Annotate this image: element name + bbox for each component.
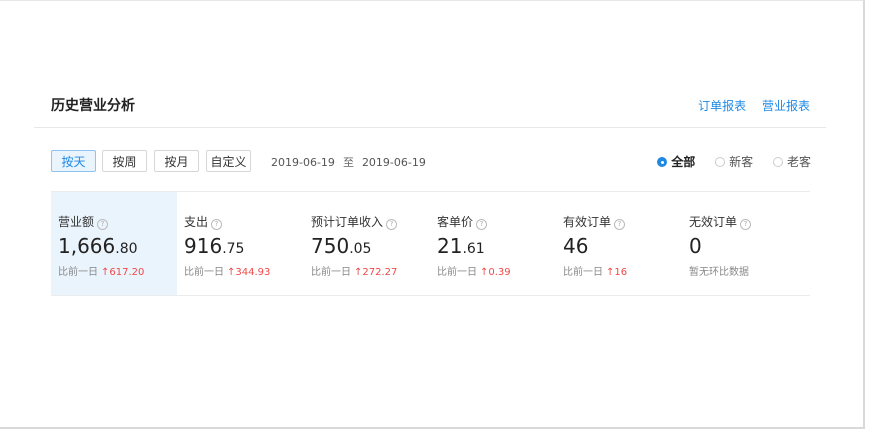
help-circle-icon[interactable]: ? [97,219,109,230]
stats-row: 营业额? 1,666.80 比前一日 ↑617.20 支出? 916.75 比前一… [51,191,810,296]
date-separator: 至 [342,156,354,169]
stat-compare: 暂无环比数据 [689,267,749,278]
period-day-button[interactable]: 按天 [51,150,96,172]
stat-compare: 比前一日 ↑617.20 [58,267,145,278]
stat-compare: 比前一日 ↑344.93 [184,267,271,278]
period-custom-button[interactable]: 自定义 [206,150,251,172]
stat-label: 营业额? [58,213,109,230]
stat-label: 支出? [184,213,223,230]
stat-label: 客单价? [437,213,488,230]
help-circle-icon[interactable]: ? [211,219,223,230]
stat-compare: 比前一日 ↑16 [563,267,628,278]
stat-compare: 比前一日 ↑272.27 [311,267,398,278]
stat-label: 预计订单收入? [311,213,398,230]
help-circle-icon[interactable]: ? [740,219,752,230]
stat-label: 无效订单? [689,213,752,230]
stat-value: 916.75 [184,234,245,258]
section-header: 历史营业分析 订单报表 营业报表 [34,89,826,128]
stat-compare: 比前一日 ↑0.39 [437,267,511,278]
help-circle-icon[interactable]: ? [614,219,626,230]
stat-value: 46 [563,234,589,258]
change-up: ↑0.39 [480,267,511,278]
date-end: 2019-06-19 [361,156,426,169]
radio-unchecked-icon [715,157,726,167]
stat-valid-orders[interactable]: 有效订单? 46 比前一日 ↑16 [556,192,682,295]
date-start: 2019-06-19 [271,156,335,169]
customer-filter: 全部 新客 老客 [641,153,811,170]
filter-returning-customer-radio[interactable]: 老客 [772,153,811,170]
change-up: ↑16 [606,267,628,278]
stat-expense[interactable]: 支出? 916.75 比前一日 ↑344.93 [177,192,303,295]
page-title: 历史营业分析 [51,98,135,114]
filter-new-customer-radio[interactable]: 新客 [715,153,753,170]
header-links: 订单报表 营业报表 [686,97,810,114]
filter-toolbar: 按天 按周 按月 自定义 2019-06-19 至 2019-06-19 全部 新客… [51,150,811,174]
date-range[interactable]: 2019-06-19 至 2019-06-19 [271,154,426,170]
change-up: ↑344.93 [227,267,271,278]
change-up: ↑617.20 [101,267,145,278]
stat-avg-order-price[interactable]: 客单价? 21.61 比前一日 ↑0.39 [430,192,556,295]
stat-value: 0 [689,234,702,258]
period-month-button[interactable]: 按月 [154,150,199,172]
stat-value: 21.61 [437,234,485,258]
business-report-link[interactable]: 营业报表 [762,99,810,113]
stat-revenue[interactable]: 营业额? 1,666.80 比前一日 ↑617.20 [51,192,177,295]
stat-expected-order-income[interactable]: 预计订单收入? 750.05 比前一日 ↑272.27 [304,192,430,295]
help-circle-icon[interactable]: ? [476,219,488,230]
stat-value: 750.05 [311,234,372,258]
radio-unchecked-icon [772,157,783,167]
period-week-button[interactable]: 按周 [102,150,147,172]
stat-value: 1,666.80 [58,234,138,258]
order-report-link[interactable]: 订单报表 [698,99,746,113]
help-circle-icon[interactable]: ? [386,219,398,230]
change-up: ↑272.27 [354,267,398,278]
panel-frame: 历史营业分析 订单报表 营业报表 按天 按周 按月 自定义 2019-06-19… [0,0,865,429]
stat-label: 有效订单? [563,213,626,230]
stat-invalid-orders[interactable]: 无效订单? 0 暂无环比数据 [682,192,808,295]
filter-all-radio[interactable]: 全部 [657,153,695,170]
radio-checked-icon [657,157,668,167]
